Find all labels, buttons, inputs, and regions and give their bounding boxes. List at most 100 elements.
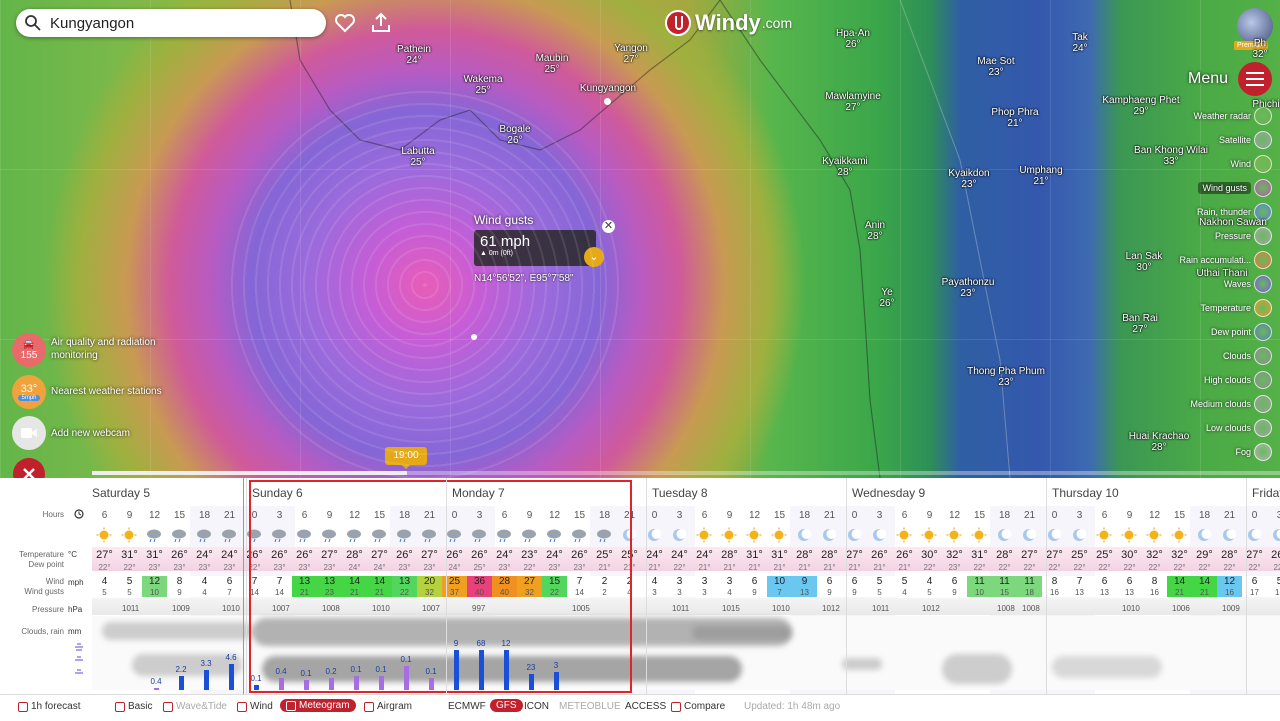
day-label[interactable]: Friday [1252, 486, 1280, 500]
layer-label[interactable]: Dew point [1211, 327, 1251, 337]
weather-map[interactable]: Kungyangon Windy .com Pathein24°Wakema25… [0, 0, 1280, 478]
layer-item[interactable]: Wind gusts [1198, 179, 1272, 197]
menu-icon[interactable] [1238, 62, 1272, 96]
search-bar[interactable]: Kungyangon [16, 9, 326, 37]
search-input[interactable]: Kungyangon [50, 15, 134, 32]
hour-label: 18 [392, 510, 417, 521]
day-label[interactable]: Monday 7 [452, 486, 505, 500]
layer-item[interactable]: Rain accumulati... [1179, 251, 1272, 269]
layer-thumbnail-icon[interactable] [1254, 395, 1272, 413]
layer-item[interactable]: Satellite [1219, 131, 1272, 149]
layer-label[interactable]: Rain, thunder [1197, 207, 1251, 217]
share-icon[interactable] [369, 11, 393, 35]
heart-icon[interactable] [333, 11, 357, 35]
chevron-down-icon[interactable]: ⌄ [584, 247, 604, 267]
menu-label[interactable]: Menu [1188, 70, 1228, 88]
layer-item[interactable]: Dew point [1211, 323, 1272, 341]
layer-item[interactable]: Medium clouds [1190, 395, 1272, 413]
bottom-tab[interactable]: ICON [524, 701, 549, 712]
city-name: Hpa-An [836, 28, 870, 39]
pressure-value: 1015 [722, 604, 740, 613]
layer-thumbnail-icon[interactable] [1254, 155, 1272, 173]
weather-stations-button[interactable]: 33° 5mph [12, 375, 46, 409]
gust-value: 40 [492, 588, 517, 597]
layer-item[interactable]: Fog [1235, 443, 1272, 461]
temperature-value: 27° [417, 549, 442, 561]
pressure-value: 1007 [422, 604, 440, 613]
selected-location-marker[interactable] [604, 98, 611, 105]
layer-item[interactable]: Clouds [1223, 347, 1272, 365]
layer-label[interactable]: Satellite [1219, 135, 1251, 145]
layer-item[interactable]: High clouds [1204, 371, 1272, 389]
layer-label[interactable]: Fog [1235, 447, 1251, 457]
city-temp: 28° [865, 231, 885, 242]
bottom-tab[interactable]: METEOBLUE [559, 701, 621, 712]
layer-label[interactable]: Medium clouds [1190, 399, 1251, 409]
layer-thumbnail-icon[interactable] [1254, 275, 1272, 293]
layer-thumbnail-icon[interactable] [1254, 419, 1272, 437]
layer-thumbnail-icon[interactable] [1254, 323, 1272, 341]
layer-label[interactable]: Waves [1224, 279, 1251, 289]
timeline-progress[interactable] [92, 471, 407, 475]
layer-label[interactable]: High clouds [1204, 375, 1251, 385]
layer-label[interactable]: Rain accumulati... [1179, 255, 1251, 265]
layer-thumbnail-icon[interactable] [1254, 371, 1272, 389]
wind-unit[interactable]: mph [68, 578, 84, 587]
bottom-tab[interactable]: Meteogram [280, 699, 356, 712]
webcam-button[interactable] [12, 416, 46, 450]
layer-thumbnail-icon[interactable] [1254, 347, 1272, 365]
bottom-tab[interactable]: Compare [671, 701, 725, 712]
pressure-unit[interactable]: hPa [68, 605, 82, 614]
close-popup-icon[interactable]: ✕ [602, 220, 615, 233]
layer-label[interactable]: Pressure [1215, 231, 1251, 241]
webcam-label[interactable]: Add new webcam [51, 427, 130, 440]
timeline-track[interactable] [407, 471, 1280, 475]
layer-item[interactable]: Pressure [1215, 227, 1272, 245]
layer-thumbnail-icon[interactable] [1254, 443, 1272, 461]
day-label[interactable]: Sunday 6 [252, 486, 303, 500]
layer-label[interactable]: Wind [1230, 159, 1251, 169]
layer-item[interactable]: Low clouds [1206, 419, 1272, 437]
weather-stations-label[interactable]: Nearest weather stations [51, 385, 162, 398]
rain-unit[interactable]: mm [68, 627, 81, 636]
layer-label[interactable]: Clouds [1223, 351, 1251, 361]
layer-label[interactable]: Low clouds [1206, 423, 1251, 433]
timeline-time-badge[interactable]: 19:00 [385, 447, 427, 465]
dewpoint-value: 22° [1192, 563, 1217, 572]
days-row: Saturday 5 Sunday 6 Monday 7 Tuesday 8 Wedne… [0, 478, 1280, 506]
moon-icon [671, 527, 687, 543]
bottom-tab[interactable]: Updated: 1h 48m ago [744, 701, 840, 712]
bottom-tab[interactable]: Wave&Tide [163, 701, 227, 712]
day-label[interactable]: Saturday 5 [92, 486, 150, 500]
temperature-value: 27° [367, 549, 392, 561]
temperature-unit[interactable]: °C [68, 550, 77, 559]
layer-label[interactable]: Weather radar [1194, 111, 1251, 121]
day-label[interactable]: Tuesday 8 [652, 486, 708, 500]
bottom-tab[interactable]: ECMWF [448, 701, 486, 712]
meteogram-panel[interactable]: Saturday 5 Sunday 6 Monday 7 Tuesday 8 Wedne… [0, 478, 1280, 694]
city-name: Labutta [401, 146, 434, 157]
layer-label[interactable]: Temperature [1200, 303, 1251, 313]
layer-item[interactable]: Wind [1230, 155, 1272, 173]
layer-thumbnail-icon[interactable] [1254, 131, 1272, 149]
bottom-tab[interactable]: Airgram [364, 701, 412, 712]
layer-thumbnail-icon[interactable] [1254, 299, 1272, 317]
bottom-tab[interactable]: 1h forecast [18, 701, 80, 712]
layer-label[interactable]: Wind gusts [1198, 182, 1251, 194]
wind-value: 8 [167, 576, 192, 588]
layer-thumbnail-icon[interactable] [1254, 179, 1272, 197]
bottom-tab[interactable]: ACCESS [625, 701, 666, 712]
air-quality-button[interactable]: 🚘 155 [12, 333, 46, 367]
bottom-tab[interactable]: Basic [115, 701, 152, 712]
layer-thumbnail-icon[interactable] [1254, 251, 1272, 269]
day-label[interactable]: Wednesday 9 [852, 486, 925, 500]
air-quality-label[interactable]: Air quality and radiation monitoring [51, 336, 166, 362]
bottom-tab[interactable]: GFS [490, 699, 523, 712]
bottom-tab[interactable]: Wind [237, 701, 273, 712]
layer-thumbnail-icon[interactable] [1254, 227, 1272, 245]
rain-cloud-icon [321, 527, 337, 543]
layer-item[interactable]: Temperature [1200, 299, 1272, 317]
city-name: Ban Khong Wilai [1134, 145, 1208, 156]
day-label[interactable]: Thursday 10 [1052, 486, 1119, 500]
wind-value: 6 [742, 576, 767, 588]
